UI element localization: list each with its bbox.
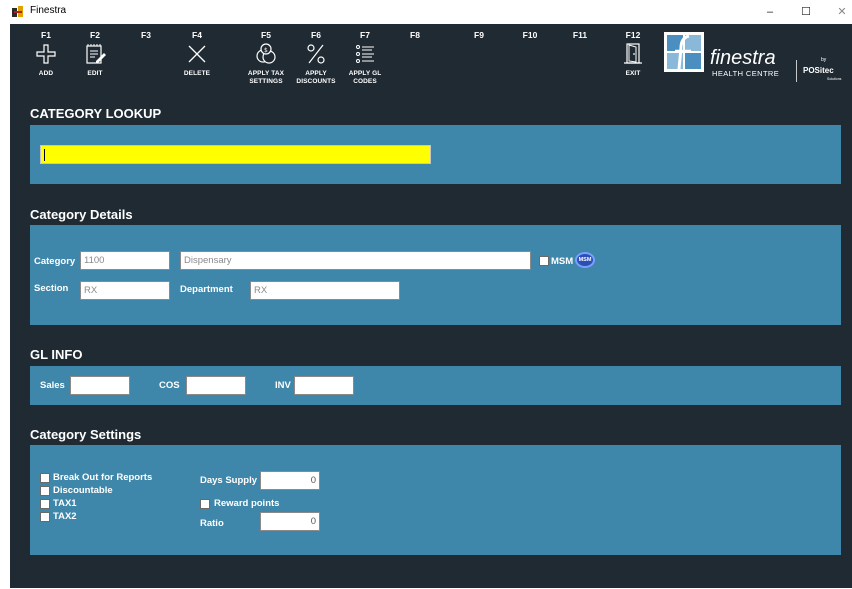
logo-separator — [796, 60, 797, 82]
f5-key-label: F5 — [261, 30, 271, 40]
department-label: Department — [180, 284, 233, 295]
tax1-label: TAX1 — [53, 498, 77, 509]
f8-key-label: F8 — [410, 30, 420, 40]
reward-points-checkbox[interactable] — [200, 499, 210, 509]
break-out-label: Break Out for Reports — [53, 472, 153, 483]
exit-button[interactable]: F12 EXIT — [607, 30, 659, 96]
gl-info-panel: Sales COS INV — [30, 366, 841, 405]
svg-text:$: $ — [264, 47, 268, 54]
coins-icon: $ — [256, 43, 276, 64]
category-lookup-input[interactable] — [40, 145, 431, 164]
f9-key-label: F9 — [474, 30, 484, 40]
delete-button-label: DELETE — [183, 70, 211, 77]
sales-gl-field[interactable] — [70, 376, 130, 395]
finestra-logo-subtitle: HEALTH CENTRE — [712, 69, 780, 78]
tax2-checkbox[interactable] — [40, 512, 50, 522]
discountable-checkbox[interactable] — [40, 486, 50, 496]
gl-info-title: GL INFO — [30, 347, 83, 362]
msm-checkbox[interactable] — [539, 256, 549, 266]
door-exit-icon — [624, 43, 642, 64]
ratio-field[interactable]: 0 — [260, 512, 320, 531]
category-description-field[interactable]: Dispensary — [180, 251, 531, 270]
category-label: Category — [34, 256, 76, 267]
days-supply-label: Days Supply — [200, 475, 258, 486]
partner-by-text: by — [821, 57, 827, 63]
tax2-label: TAX2 — [53, 511, 77, 522]
add-button-label: ADD — [38, 70, 54, 77]
minimize-button[interactable]: – — [762, 4, 778, 20]
delete-button[interactable]: F4 DELETE — [171, 30, 223, 96]
category-details-panel: Category 1100 Dispensary MSM MSM Section… — [30, 225, 841, 325]
category-code-field[interactable]: 1100 — [80, 251, 170, 270]
list-icon — [356, 45, 374, 63]
cos-label: COS — [159, 380, 180, 391]
tax1-checkbox[interactable] — [40, 499, 50, 509]
apply-tax-label: APPLY TAX SETTINGS — [247, 70, 285, 85]
positec-logo-subtitle: Solutions — [827, 77, 842, 81]
app-icon — [12, 6, 23, 17]
finestra-logo-mark — [664, 32, 704, 72]
finestra-logo-text: finestra — [710, 47, 776, 69]
apply-gl-codes-button[interactable]: F7 APPLY GL CODES — [339, 30, 391, 96]
title-bar: Finestra – ☐ ✕ — [0, 0, 852, 24]
f3-button[interactable]: F3 — [120, 30, 172, 96]
section-label: Section — [34, 283, 69, 294]
f7-key-label: F7 — [360, 30, 370, 40]
department-field[interactable]: RX — [250, 281, 400, 300]
msm-label: MSM — [551, 256, 574, 267]
reward-points-label: Reward points — [214, 498, 280, 509]
apply-discounts-button[interactable]: F6 APPLY DISCOUNTS — [290, 30, 342, 96]
category-settings-title: Category Settings — [30, 427, 142, 442]
days-supply-field[interactable]: 0 — [260, 471, 320, 490]
apply-gl-codes-label: APPLY GL CODES — [348, 70, 382, 85]
category-settings-panel: Break Out for Reports Discountable TAX1 … — [30, 445, 841, 555]
plus-icon — [36, 44, 56, 64]
f12-key-label: F12 — [625, 30, 641, 40]
maximize-button[interactable]: ☐ — [798, 4, 814, 20]
cos-gl-field[interactable] — [186, 376, 246, 395]
f3-key-label: F3 — [141, 30, 151, 40]
inv-gl-field[interactable] — [294, 376, 354, 395]
f10-key-label: F10 — [522, 30, 538, 40]
ratio-label: Ratio — [200, 518, 224, 529]
f1-key-label: F1 — [41, 30, 51, 40]
edit-button-label: EDIT — [87, 70, 103, 77]
add-button[interactable]: F1 ADD — [20, 30, 72, 96]
app-window: F1 ADD F2 EDIT F3 F4 DELETE F5 $ APPLY T… — [10, 24, 852, 589]
positec-logo: POSitec — [803, 66, 834, 75]
f9-button[interactable]: F9 — [453, 30, 505, 96]
apply-tax-settings-button[interactable]: F5 $ APPLY TAX SETTINGS — [240, 30, 292, 96]
f2-key-label: F2 — [90, 30, 100, 40]
discountable-label: Discountable — [53, 485, 113, 496]
break-out-checkbox[interactable] — [40, 473, 50, 483]
text-cursor — [44, 149, 45, 161]
apply-discounts-label: APPLY DISCOUNTS — [296, 70, 336, 85]
msm-badge-icon: MSM — [575, 252, 595, 268]
function-key-toolbar: F1 ADD F2 EDIT F3 F4 DELETE F5 $ APPLY T… — [10, 24, 852, 98]
edit-notepad-icon — [86, 44, 106, 64]
f4-key-label: F4 — [192, 30, 202, 40]
delete-x-icon — [188, 45, 206, 63]
f6-key-label: F6 — [311, 30, 321, 40]
sales-label: Sales — [40, 380, 65, 391]
close-button[interactable]: ✕ — [834, 4, 850, 20]
inv-label: INV — [275, 380, 291, 391]
category-lookup-title: CATEGORY LOOKUP — [30, 106, 162, 121]
category-details-title: Category Details — [30, 207, 133, 222]
edit-button[interactable]: F2 EDIT — [69, 30, 121, 96]
window-title: Finestra — [30, 5, 67, 16]
f11-button[interactable]: F11 — [554, 30, 606, 96]
percent-icon — [307, 44, 325, 64]
category-lookup-panel — [30, 125, 841, 184]
exit-button-label: EXIT — [625, 70, 641, 77]
f8-button[interactable]: F8 — [389, 30, 441, 96]
f11-key-label: F11 — [572, 30, 588, 40]
section-field[interactable]: RX — [80, 281, 170, 300]
f10-button[interactable]: F10 — [504, 30, 556, 96]
